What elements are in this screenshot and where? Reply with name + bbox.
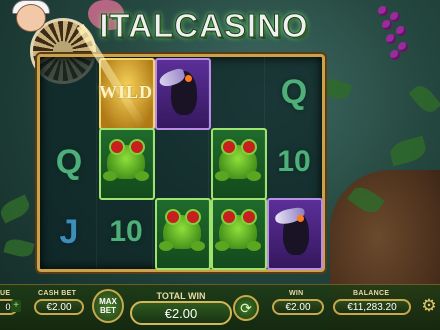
autoplay-button[interactable]: ⟳	[233, 295, 259, 321]
symbol-q-label: Q	[280, 72, 308, 111]
reel-grid: Q J WILD 10	[37, 54, 325, 272]
toucan-icon	[267, 197, 321, 267]
reel-column-4	[208, 57, 267, 270]
symbol-j: J	[42, 197, 96, 267]
balance-label: BALANCE	[353, 290, 390, 297]
jungle-leaf	[3, 236, 35, 260]
toucan-icon	[155, 57, 209, 127]
control-bar: UE 0 + CASH BET €2.00 MAX BET TOTAL WIN …	[0, 284, 440, 330]
symbol-q-label: Q	[55, 142, 83, 181]
symbol-10-label: 10	[277, 145, 311, 178]
reel-column-1: Q J	[40, 57, 96, 269]
max-bet-button[interactable]: MAX BET	[92, 289, 124, 323]
reel-column-3	[152, 57, 211, 270]
symbol-10-label: 10	[109, 215, 143, 248]
jungle-leaf	[387, 135, 429, 167]
gear-icon[interactable]: ⚙	[420, 297, 438, 315]
jungle-leaf	[408, 81, 440, 117]
frog-icon	[211, 197, 265, 267]
frog-icon	[99, 127, 153, 197]
symbol-q: Q	[42, 127, 96, 197]
frog-icon	[155, 197, 209, 267]
symbol-10: 10	[99, 197, 153, 267]
symbol-j-label: J	[59, 212, 79, 251]
refresh-arrow-icon: ⟳	[240, 299, 252, 316]
cashbet-label: CASH BET	[38, 290, 77, 297]
brand-logo-text: ITALCASINO	[99, 7, 309, 45]
frog-icon	[211, 127, 265, 197]
plus-icon[interactable]: +	[11, 300, 21, 312]
jungle-leaf	[0, 194, 33, 224]
reel-column-5: Q 10	[264, 57, 323, 270]
cashbet-field[interactable]: €2.00	[34, 299, 84, 315]
total-win-label: TOTAL WIN	[156, 291, 206, 301]
balance-field: €11,283.20	[333, 299, 411, 315]
orchid-flowers	[368, 2, 420, 64]
captain-face	[16, 4, 46, 32]
game-scene: ITALCASINO Q J WILD 10	[0, 0, 440, 330]
win-label: WIN	[289, 290, 304, 297]
max-bet-label-1: MAX	[99, 297, 117, 306]
brand-logo: ITALCASINO	[98, 4, 310, 48]
symbol-q: Q	[267, 57, 321, 127]
win-field: €2.00	[272, 299, 324, 315]
total-win-field: €2.00	[130, 301, 232, 325]
max-bet-label-2: BET	[100, 306, 116, 315]
left-label: UE	[0, 290, 11, 297]
symbol-10: 10	[267, 127, 321, 197]
